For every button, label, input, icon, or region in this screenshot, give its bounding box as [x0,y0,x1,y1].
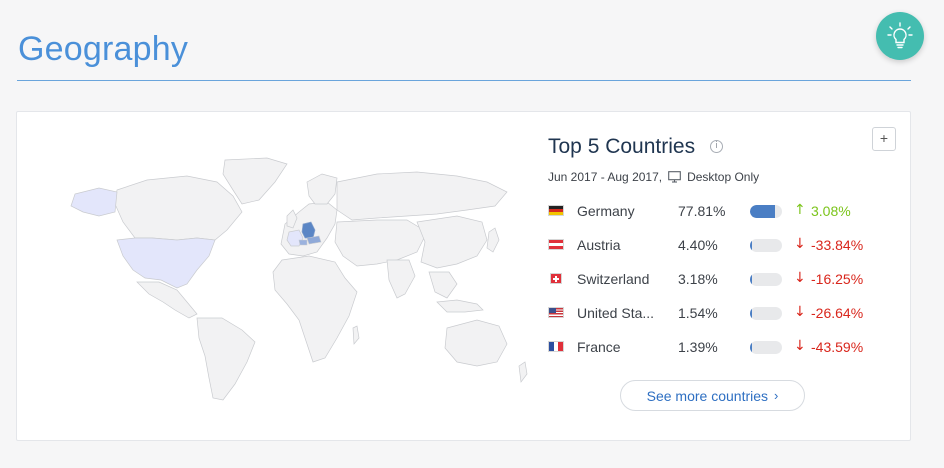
chevron-right-icon: › [774,388,779,403]
info-icon[interactable]: i [710,140,723,153]
traffic-share: 77.81% [678,203,726,219]
title-divider [17,80,911,81]
map-region-russia [336,171,508,221]
switzerland-flag-icon [550,273,562,284]
map-region-new-zealand [518,361,528,383]
expand-button[interactable]: + [872,127,896,151]
traffic-change: -26.64% [811,305,864,321]
arrow-down-icon: ↓ [794,304,806,320]
traffic-change: -16.25% [811,271,864,287]
map-region-india [386,259,416,299]
map-region-japan [486,227,500,253]
share-bar-fill [750,205,775,218]
geography-card: Top 5 Countries i + Jun 2017 - Aug 2017,… [16,111,911,441]
austria-flag-icon [548,239,564,250]
country-row-germany[interactable]: Germany 77.81% ↑ 3.08% [548,196,888,230]
map-region-scandinavia [306,173,338,205]
map-region-central-asia [334,219,428,267]
country-row-austria[interactable]: Austria 4.40% ↓ -33.84% [548,230,888,264]
map-region-australia [444,319,508,367]
traffic-share: 1.54% [678,305,718,321]
traffic-change: -33.84% [811,237,864,253]
share-bar-fill [750,239,752,252]
share-bar-fill [750,341,752,354]
see-more-label: See more countries [646,387,769,404]
date-range: Jun 2017 - Aug 2017, [548,170,663,184]
panel-title: Top 5 Countries [548,135,696,158]
map-region-mexico [136,281,198,319]
arrow-down-icon: ↓ [794,270,806,286]
map-region-switzerland [298,239,308,246]
share-bar [750,205,782,218]
share-bar-fill [750,273,752,286]
monitor-icon [668,171,681,183]
traffic-share: 4.40% [678,237,718,253]
see-more-countries-button[interactable]: See more countries › [620,380,805,411]
map-region-se-asia [428,271,458,299]
arrow-down-icon: ↓ [794,338,806,354]
country-row-switzerland[interactable]: Switzerland 3.18% ↓ -16.25% [548,264,888,298]
map-region-indonesia [436,299,484,313]
lightbulb-icon [887,22,913,49]
country-row-france[interactable]: France 1.39% ↓ -43.59% [548,332,888,366]
map-region-united-states [116,237,216,289]
country-row-united-states[interactable]: United Sta... 1.54% ↓ -26.64% [548,298,888,332]
country-name: Germany [577,203,635,219]
map-region-africa [272,255,358,363]
arrow-up-icon: ↑ [794,202,806,218]
share-bar [750,273,782,286]
share-bar [750,307,782,320]
country-name: Austria [577,237,621,253]
traffic-change: 3.08% [811,203,851,219]
map-region-china [416,215,488,269]
panel-subtitle: Jun 2017 - Aug 2017, Desktop Only [548,170,759,184]
germany-flag-icon [548,205,564,216]
share-bar-fill [750,307,752,320]
map-region-south-america [196,317,256,401]
world-map[interactable] [37,152,537,402]
map-region-alaska [70,187,118,217]
arrow-down-icon: ↓ [794,236,806,252]
share-bar [750,341,782,354]
traffic-share: 1.39% [678,339,718,355]
france-flag-icon [548,341,564,352]
insights-button[interactable] [876,12,924,60]
map-region-canada [114,175,243,241]
traffic-share: 3.18% [678,271,718,287]
device-filter: Desktop Only [687,170,760,184]
traffic-change: -43.59% [811,339,864,355]
map-region-madagascar [352,325,360,345]
country-name: France [577,339,621,355]
share-bar [750,239,782,252]
united-states-flag-icon [548,307,564,318]
page-title: Geography [18,30,189,68]
country-name: Switzerland [577,271,650,287]
country-name: United Sta... [577,305,655,321]
